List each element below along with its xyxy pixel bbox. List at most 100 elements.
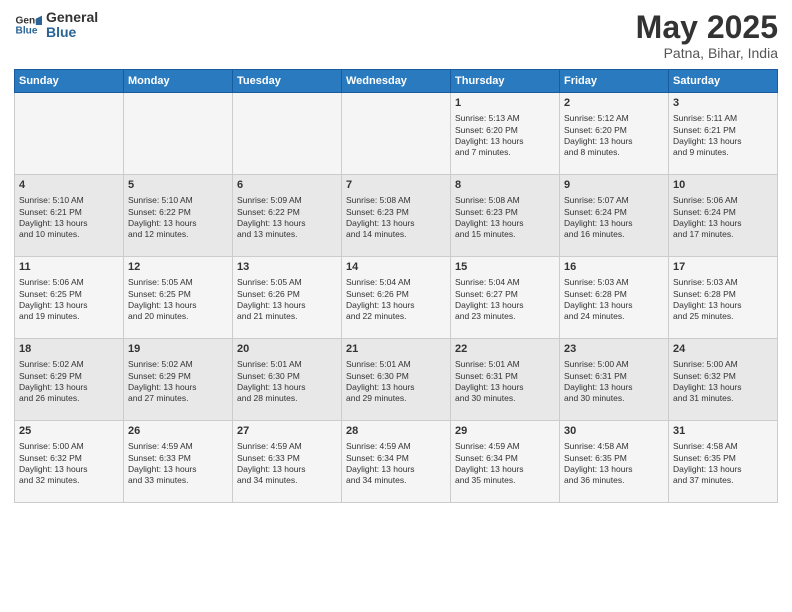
cell-info: Sunrise: 4:58 AM Sunset: 6:35 PM Dayligh… xyxy=(564,441,664,487)
cell-info: Sunrise: 5:08 AM Sunset: 6:23 PM Dayligh… xyxy=(455,195,555,241)
day-number: 19 xyxy=(128,342,228,357)
calendar-cell: 7 Sunrise: 5:08 AM Sunset: 6:23 PM Daylig… xyxy=(342,175,451,257)
cell-info: Sunrise: 5:02 AM Sunset: 6:29 PM Dayligh… xyxy=(19,359,119,405)
calendar-cell: 9Sunrise: 5:07 AM Sunset: 6:24 PM Daylig… xyxy=(560,175,669,257)
cell-info: Sunrise: 5:00 AM Sunset: 6:32 PM Dayligh… xyxy=(673,359,773,405)
calendar-cell: 2 Sunrise: 5:12 AM Sunset: 6:20 PM Daylig… xyxy=(560,93,669,175)
day-number: 14 xyxy=(346,260,446,275)
day-number: 4 xyxy=(19,178,119,193)
calendar-cell: 27 Sunrise: 4:59 AM Sunset: 6:33 PM Dayli… xyxy=(233,421,342,503)
calendar-page: General Blue General Blue May 2025 Patna… xyxy=(0,0,792,612)
day-number: 9 xyxy=(564,178,664,193)
header: General Blue General Blue May 2025 Patna… xyxy=(14,10,778,61)
cell-info: Sunrise: 5:09 AM Sunset: 6:22 PM Dayligh… xyxy=(237,195,337,241)
day-number: 21 xyxy=(346,342,446,357)
calendar-cell: 22 Sunrise: 5:01 AM Sunset: 6:31 PM Dayli… xyxy=(451,339,560,421)
cell-info: Sunrise: 5:13 AM Sunset: 6:20 PM Dayligh… xyxy=(455,113,555,159)
cell-info: Sunrise: 5:10 AM Sunset: 6:21 PM Dayligh… xyxy=(19,195,119,241)
cell-info: Sunrise: 5:04 AM Sunset: 6:27 PM Dayligh… xyxy=(455,277,555,323)
calendar-week-row: 4 Sunrise: 5:10 AM Sunset: 6:21 PM Daylig… xyxy=(15,175,778,257)
day-number: 1 xyxy=(455,96,555,111)
cell-info: Sunrise: 4:59 AM Sunset: 6:33 PM Dayligh… xyxy=(237,441,337,487)
cell-info: Sunrise: 4:59 AM Sunset: 6:33 PM Dayligh… xyxy=(128,441,228,487)
cell-info: Sunrise: 5:02 AM Sunset: 6:29 PM Dayligh… xyxy=(128,359,228,405)
day-number: 6 xyxy=(237,178,337,193)
day-number: 27 xyxy=(237,424,337,439)
day-number: 8 xyxy=(455,178,555,193)
day-number: 3 xyxy=(673,96,773,111)
header-friday: Friday xyxy=(560,70,669,93)
calendar-cell: 6 Sunrise: 5:09 AM Sunset: 6:22 PM Daylig… xyxy=(233,175,342,257)
calendar-cell: 18 Sunrise: 5:02 AM Sunset: 6:29 PM Dayli… xyxy=(15,339,124,421)
day-number: 25 xyxy=(19,424,119,439)
day-number: 29 xyxy=(455,424,555,439)
header-tuesday: Tuesday xyxy=(233,70,342,93)
cell-info: Sunrise: 5:03 AM Sunset: 6:28 PM Dayligh… xyxy=(673,277,773,323)
calendar-header-row: SundayMondayTuesdayWednesdayThursdayFrid… xyxy=(15,70,778,93)
calendar-week-row: 1 Sunrise: 5:13 AM Sunset: 6:20 PM Daylig… xyxy=(15,93,778,175)
calendar-cell: 10 Sunrise: 5:06 AM Sunset: 6:24 PM Dayli… xyxy=(669,175,778,257)
day-number: 20 xyxy=(237,342,337,357)
calendar-cell: 14Sunrise: 5:04 AM Sunset: 6:26 PM Dayli… xyxy=(342,257,451,339)
calendar-cell: 25Sunrise: 5:00 AM Sunset: 6:32 PM Dayli… xyxy=(15,421,124,503)
calendar-cell xyxy=(233,93,342,175)
cell-info: Sunrise: 5:06 AM Sunset: 6:24 PM Dayligh… xyxy=(673,195,773,241)
cell-info: Sunrise: 5:05 AM Sunset: 6:26 PM Dayligh… xyxy=(237,277,337,323)
header-monday: Monday xyxy=(124,70,233,93)
calendar-cell: 28Sunrise: 4:59 AM Sunset: 6:34 PM Dayli… xyxy=(342,421,451,503)
day-number: 18 xyxy=(19,342,119,357)
cell-info: Sunrise: 4:58 AM Sunset: 6:35 PM Dayligh… xyxy=(673,441,773,487)
calendar-cell: 29 Sunrise: 4:59 AM Sunset: 6:34 PM Dayli… xyxy=(451,421,560,503)
cell-info: Sunrise: 5:11 AM Sunset: 6:21 PM Dayligh… xyxy=(673,113,773,159)
logo-icon: General Blue xyxy=(14,11,42,39)
cell-info: Sunrise: 5:10 AM Sunset: 6:22 PM Dayligh… xyxy=(128,195,228,241)
day-number: 16 xyxy=(564,260,664,275)
cell-info: Sunrise: 5:01 AM Sunset: 6:31 PM Dayligh… xyxy=(455,359,555,405)
calendar-cell xyxy=(342,93,451,175)
calendar-cell: 23 Sunrise: 5:00 AM Sunset: 6:31 PM Dayli… xyxy=(560,339,669,421)
day-number: 22 xyxy=(455,342,555,357)
calendar-cell: 8 Sunrise: 5:08 AM Sunset: 6:23 PM Daylig… xyxy=(451,175,560,257)
day-number: 7 xyxy=(346,178,446,193)
day-number: 23 xyxy=(564,342,664,357)
header-saturday: Saturday xyxy=(669,70,778,93)
cell-info: Sunrise: 5:12 AM Sunset: 6:20 PM Dayligh… xyxy=(564,113,664,159)
calendar-subtitle: Patna, Bihar, India xyxy=(636,45,778,61)
calendar-week-row: 11Sunrise: 5:06 AM Sunset: 6:25 PM Dayli… xyxy=(15,257,778,339)
calendar-cell: 13 Sunrise: 5:05 AM Sunset: 6:26 PM Dayli… xyxy=(233,257,342,339)
day-number: 10 xyxy=(673,178,773,193)
logo-text-line2: Blue xyxy=(46,25,98,40)
calendar-cell: 26Sunrise: 4:59 AM Sunset: 6:33 PM Dayli… xyxy=(124,421,233,503)
calendar-week-row: 25Sunrise: 5:00 AM Sunset: 6:32 PM Dayli… xyxy=(15,421,778,503)
cell-info: Sunrise: 5:00 AM Sunset: 6:31 PM Dayligh… xyxy=(564,359,664,405)
calendar-cell: 21 Sunrise: 5:01 AM Sunset: 6:30 PM Dayli… xyxy=(342,339,451,421)
cell-info: Sunrise: 5:01 AM Sunset: 6:30 PM Dayligh… xyxy=(237,359,337,405)
header-thursday: Thursday xyxy=(451,70,560,93)
calendar-cell: 15Sunrise: 5:04 AM Sunset: 6:27 PM Dayli… xyxy=(451,257,560,339)
calendar-cell: 12Sunrise: 5:05 AM Sunset: 6:25 PM Dayli… xyxy=(124,257,233,339)
calendar-cell: 4 Sunrise: 5:10 AM Sunset: 6:21 PM Daylig… xyxy=(15,175,124,257)
header-sunday: Sunday xyxy=(15,70,124,93)
calendar-cell: 16Sunrise: 5:03 AM Sunset: 6:28 PM Dayli… xyxy=(560,257,669,339)
day-number: 5 xyxy=(128,178,228,193)
calendar-cell: 11Sunrise: 5:06 AM Sunset: 6:25 PM Dayli… xyxy=(15,257,124,339)
calendar-cell: 30 Sunrise: 4:58 AM Sunset: 6:35 PM Dayli… xyxy=(560,421,669,503)
calendar-cell: 5 Sunrise: 5:10 AM Sunset: 6:22 PM Daylig… xyxy=(124,175,233,257)
calendar-table: SundayMondayTuesdayWednesdayThursdayFrid… xyxy=(14,69,778,503)
calendar-cell xyxy=(15,93,124,175)
cell-info: Sunrise: 5:08 AM Sunset: 6:23 PM Dayligh… xyxy=(346,195,446,241)
day-number: 13 xyxy=(237,260,337,275)
cell-info: Sunrise: 4:59 AM Sunset: 6:34 PM Dayligh… xyxy=(455,441,555,487)
calendar-cell: 24Sunrise: 5:00 AM Sunset: 6:32 PM Dayli… xyxy=(669,339,778,421)
day-number: 30 xyxy=(564,424,664,439)
logo-text-line1: General xyxy=(46,10,98,25)
day-number: 2 xyxy=(564,96,664,111)
title-block: May 2025 Patna, Bihar, India xyxy=(636,10,778,61)
svg-text:Blue: Blue xyxy=(16,26,38,37)
day-number: 28 xyxy=(346,424,446,439)
logo: General Blue General Blue xyxy=(14,10,98,41)
day-number: 12 xyxy=(128,260,228,275)
calendar-cell: 19 Sunrise: 5:02 AM Sunset: 6:29 PM Dayli… xyxy=(124,339,233,421)
calendar-cell: 3 Sunrise: 5:11 AM Sunset: 6:21 PM Daylig… xyxy=(669,93,778,175)
cell-info: Sunrise: 5:01 AM Sunset: 6:30 PM Dayligh… xyxy=(346,359,446,405)
